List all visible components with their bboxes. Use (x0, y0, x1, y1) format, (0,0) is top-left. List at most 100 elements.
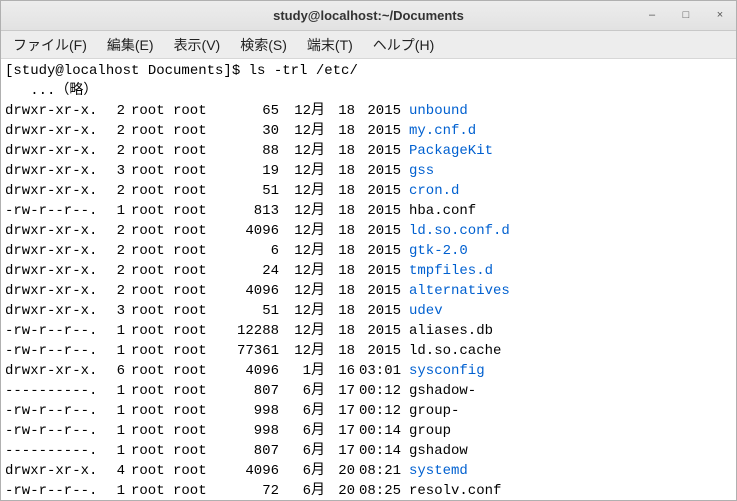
day: 17 (325, 401, 355, 421)
filename: udev (409, 301, 732, 321)
filename: resolv.conf (409, 481, 732, 500)
minimize-button[interactable]: – (642, 5, 662, 25)
size: 998 (223, 401, 279, 421)
owner: root (125, 221, 173, 241)
month: 1月 (279, 361, 325, 381)
permissions: drwxr-xr-x. (5, 161, 95, 181)
permissions: drwxr-xr-x. (5, 141, 95, 161)
permissions: -rw-r--r--. (5, 401, 95, 421)
window-title: study@localhost:~/Documents (273, 8, 464, 23)
time-or-year: 2015 (355, 281, 409, 301)
ls-row: drwxr-xr-x.2rootroot612月182015gtk-2.0 (5, 241, 732, 261)
month: 12月 (279, 321, 325, 341)
filename: gtk-2.0 (409, 241, 732, 261)
size: 807 (223, 381, 279, 401)
size: 4096 (223, 281, 279, 301)
close-button[interactable]: × (710, 5, 730, 25)
permissions: -rw-r--r--. (5, 421, 95, 441)
group: root (173, 221, 223, 241)
menu-view[interactable]: 表示(V) (166, 31, 229, 59)
filename: ld.so.conf.d (409, 221, 732, 241)
ls-row: drwxr-xr-x.2rootroot8812月182015PackageKi… (5, 141, 732, 161)
size: 813 (223, 201, 279, 221)
month: 12月 (279, 241, 325, 261)
filename: unbound (409, 101, 732, 121)
group: root (173, 441, 223, 461)
month: 6月 (279, 441, 325, 461)
group: root (173, 301, 223, 321)
day: 18 (325, 321, 355, 341)
owner: root (125, 121, 173, 141)
time-or-year: 2015 (355, 181, 409, 201)
ls-row: drwxr-xr-x.2rootroot6512月182015unbound (5, 101, 732, 121)
month: 12月 (279, 141, 325, 161)
filename: aliases.db (409, 321, 732, 341)
ls-row: drwxr-xr-x.2rootroot2412月182015tmpfiles.… (5, 261, 732, 281)
owner: root (125, 241, 173, 261)
size: 77361 (223, 341, 279, 361)
time-or-year: 00:14 (355, 421, 409, 441)
menu-help[interactable]: ヘルプ(H) (365, 31, 442, 59)
terminal-area[interactable]: [study@localhost Documents]$ ls -trl /et… (1, 59, 736, 500)
permissions: drwxr-xr-x. (5, 181, 95, 201)
month: 12月 (279, 261, 325, 281)
day: 18 (325, 121, 355, 141)
filename: alternatives (409, 281, 732, 301)
size: 6 (223, 241, 279, 261)
maximize-button[interactable]: □ (676, 5, 696, 25)
prompt: [study@localhost Documents]$ (5, 63, 249, 79)
ls-row: drwxr-xr-x.2rootroot3012月182015my.cnf.d (5, 121, 732, 141)
menu-terminal[interactable]: 端末(T) (299, 31, 361, 59)
permissions: -rw-r--r--. (5, 201, 95, 221)
day: 18 (325, 261, 355, 281)
ls-row: drwxr-xr-x.6rootroot40961月1603:01sysconf… (5, 361, 732, 381)
month: 6月 (279, 461, 325, 481)
link-count: 2 (95, 121, 125, 141)
day: 18 (325, 281, 355, 301)
day: 20 (325, 461, 355, 481)
titlebar: study@localhost:~/Documents – □ × (1, 1, 736, 31)
filename: tmpfiles.d (409, 261, 732, 281)
link-count: 1 (95, 441, 125, 461)
link-count: 1 (95, 401, 125, 421)
ls-row: drwxr-xr-x.2rootroot409612月182015alterna… (5, 281, 732, 301)
time-or-year: 2015 (355, 201, 409, 221)
ls-row: -rw-r--r--.1rootroot9986月1700:12group- (5, 401, 732, 421)
time-or-year: 2015 (355, 161, 409, 181)
owner: root (125, 461, 173, 481)
month: 12月 (279, 181, 325, 201)
menu-file[interactable]: ファイル(F) (5, 31, 95, 59)
menu-search[interactable]: 検索(S) (232, 31, 295, 59)
month: 12月 (279, 221, 325, 241)
group: root (173, 281, 223, 301)
permissions: -rw-r--r--. (5, 321, 95, 341)
permissions: drwxr-xr-x. (5, 461, 95, 481)
owner: root (125, 301, 173, 321)
month: 6月 (279, 381, 325, 401)
permissions: drwxr-xr-x. (5, 361, 95, 381)
ls-row: drwxr-xr-x.3rootroot1912月182015gss (5, 161, 732, 181)
time-or-year: 2015 (355, 121, 409, 141)
month: 6月 (279, 401, 325, 421)
owner: root (125, 141, 173, 161)
group: root (173, 141, 223, 161)
filename: PackageKit (409, 141, 732, 161)
group: root (173, 461, 223, 481)
link-count: 2 (95, 281, 125, 301)
link-count: 2 (95, 221, 125, 241)
link-count: 2 (95, 261, 125, 281)
permissions: drwxr-xr-x. (5, 101, 95, 121)
owner: root (125, 201, 173, 221)
ls-row: -rw-r--r--.1rootroot1228812月182015aliase… (5, 321, 732, 341)
day: 18 (325, 141, 355, 161)
link-count: 2 (95, 101, 125, 121)
ls-row: drwxr-xr-x.2rootroot409612月182015ld.so.c… (5, 221, 732, 241)
group: root (173, 261, 223, 281)
owner: root (125, 281, 173, 301)
link-count: 1 (95, 421, 125, 441)
filename: cron.d (409, 181, 732, 201)
permissions: drwxr-xr-x. (5, 261, 95, 281)
time-or-year: 2015 (355, 261, 409, 281)
group: root (173, 121, 223, 141)
menu-edit[interactable]: 編集(E) (99, 31, 162, 59)
